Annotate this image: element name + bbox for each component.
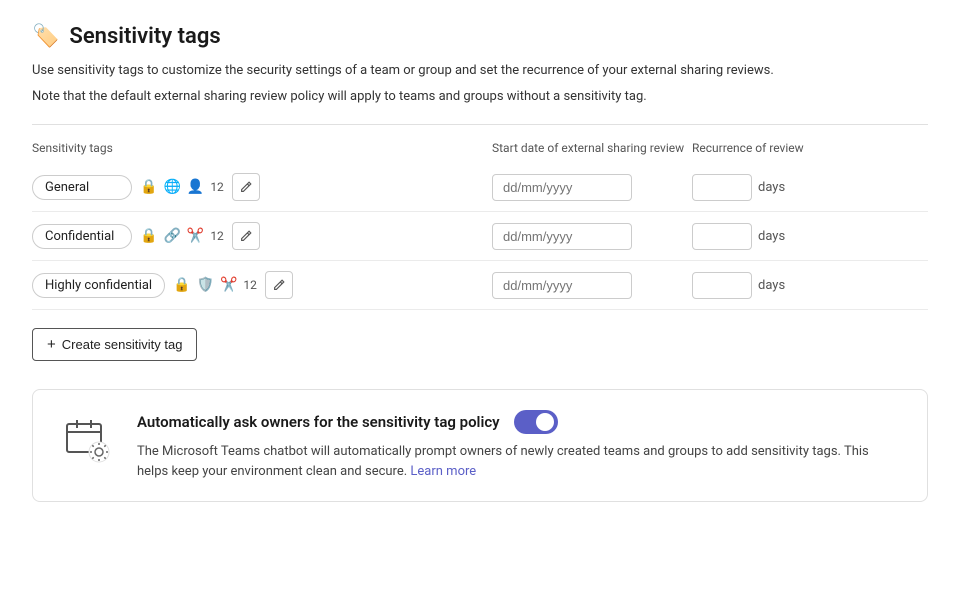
date-input-general[interactable]	[492, 174, 632, 201]
tag-pill-highly-confidential: Highly confidential	[32, 273, 165, 298]
network-icon: 🔗	[163, 228, 180, 244]
lock-icon: 🔒	[173, 277, 190, 293]
tag-icons-highly-confidential: 🔒 🛡️ ✂️ 12	[173, 277, 257, 293]
edit-icon	[272, 278, 286, 292]
recurrence-input-general[interactable]: 90	[692, 174, 752, 201]
auto-ask-toggle[interactable]	[514, 410, 558, 434]
edit-button-general[interactable]	[232, 173, 260, 201]
recurrence-col-highly-confidential: 90 days	[692, 272, 852, 299]
sensitivity-tags-icon: 🏷️	[32, 24, 59, 49]
learn-more-link[interactable]: Learn more	[410, 464, 476, 479]
date-input-highly-confidential[interactable]	[492, 272, 632, 299]
tag-count-highly-confidential: 12	[243, 278, 257, 292]
cut-icon: ✂️	[220, 277, 237, 293]
tag-left-general: General 🔒 🌐 👤 12	[32, 173, 492, 201]
lock-icon: 🔒	[140, 228, 157, 244]
edit-button-highly-confidential[interactable]	[265, 271, 293, 299]
tag-count-general: 12	[210, 180, 224, 194]
toggle-slider	[514, 410, 558, 434]
col-tag-header: Sensitivity tags	[32, 141, 492, 155]
create-btn-label: Create sensitivity tag	[62, 337, 183, 352]
date-col-general	[492, 174, 692, 201]
plus-icon: +	[47, 336, 56, 353]
lock-icon: 🔒	[140, 179, 157, 195]
recurrence-col-general: 90 days	[692, 174, 852, 201]
date-col-confidential	[492, 223, 692, 250]
tag-pill-confidential: Confidential	[32, 224, 132, 249]
days-label-confidential: days	[758, 229, 785, 244]
tag-icons-confidential: 🔒 🔗 ✂️ 12	[140, 228, 224, 244]
date-col-highly-confidential	[492, 272, 692, 299]
card-description: The Microsoft Teams chatbot will automat…	[137, 442, 903, 481]
page-title: Sensitivity tags	[69, 24, 220, 49]
description-2: Note that the default external sharing r…	[32, 87, 928, 107]
edit-icon	[239, 229, 253, 243]
tag-row: Highly confidential 🔒 🛡️ ✂️ 12 90 days	[32, 261, 928, 310]
tag-name-general: General	[45, 180, 89, 195]
col-recurrence-header: Recurrence of review	[692, 141, 852, 155]
tag-left-highly-confidential: Highly confidential 🔒 🛡️ ✂️ 12	[32, 271, 492, 299]
recurrence-col-confidential: 90 days	[692, 223, 852, 250]
tag-name-confidential: Confidential	[45, 229, 114, 244]
tag-row: Confidential 🔒 🔗 ✂️ 12 90 days	[32, 212, 928, 261]
edit-button-confidential[interactable]	[232, 222, 260, 250]
recurrence-input-highly-confidential[interactable]: 90	[692, 272, 752, 299]
card-content: Automatically ask owners for the sensiti…	[137, 410, 903, 481]
globe-icon: 🌐	[163, 179, 180, 195]
divider	[32, 124, 928, 125]
tag-pill-general: General	[32, 175, 132, 200]
tag-count-confidential: 12	[210, 229, 224, 243]
card-title: Automatically ask owners for the sensiti…	[137, 413, 500, 431]
tag-left-confidential: Confidential 🔒 🔗 ✂️ 12	[32, 222, 492, 250]
description-1: Use sensitivity tags to customize the se…	[32, 61, 928, 81]
scissors-icon: ✂️	[187, 228, 204, 244]
calendar-settings-icon	[61, 414, 113, 466]
tag-name-highly-confidential: Highly confidential	[45, 278, 152, 293]
auto-ask-card: Automatically ask owners for the sensiti…	[32, 389, 928, 502]
table-header: Sensitivity tags Start date of external …	[32, 141, 928, 163]
create-sensitivity-tag-button[interactable]: + Create sensitivity tag	[32, 328, 197, 361]
tag-row: General 🔒 🌐 👤 12 90 days	[32, 163, 928, 212]
days-label-highly-confidential: days	[758, 278, 785, 293]
tag-icons-general: 🔒 🌐 👤 12	[140, 179, 224, 195]
shield-icon: 🛡️	[197, 277, 214, 293]
card-icon-area	[57, 410, 117, 470]
days-label-general: days	[758, 180, 785, 195]
page-header: 🏷️ Sensitivity tags	[32, 24, 928, 49]
person-icon: 👤	[187, 179, 204, 195]
card-desc-text: The Microsoft Teams chatbot will automat…	[137, 444, 869, 479]
edit-icon	[239, 180, 253, 194]
col-date-header: Start date of external sharing review	[492, 141, 692, 155]
date-input-confidential[interactable]	[492, 223, 632, 250]
card-title-row: Automatically ask owners for the sensiti…	[137, 410, 903, 434]
recurrence-input-confidential[interactable]: 90	[692, 223, 752, 250]
